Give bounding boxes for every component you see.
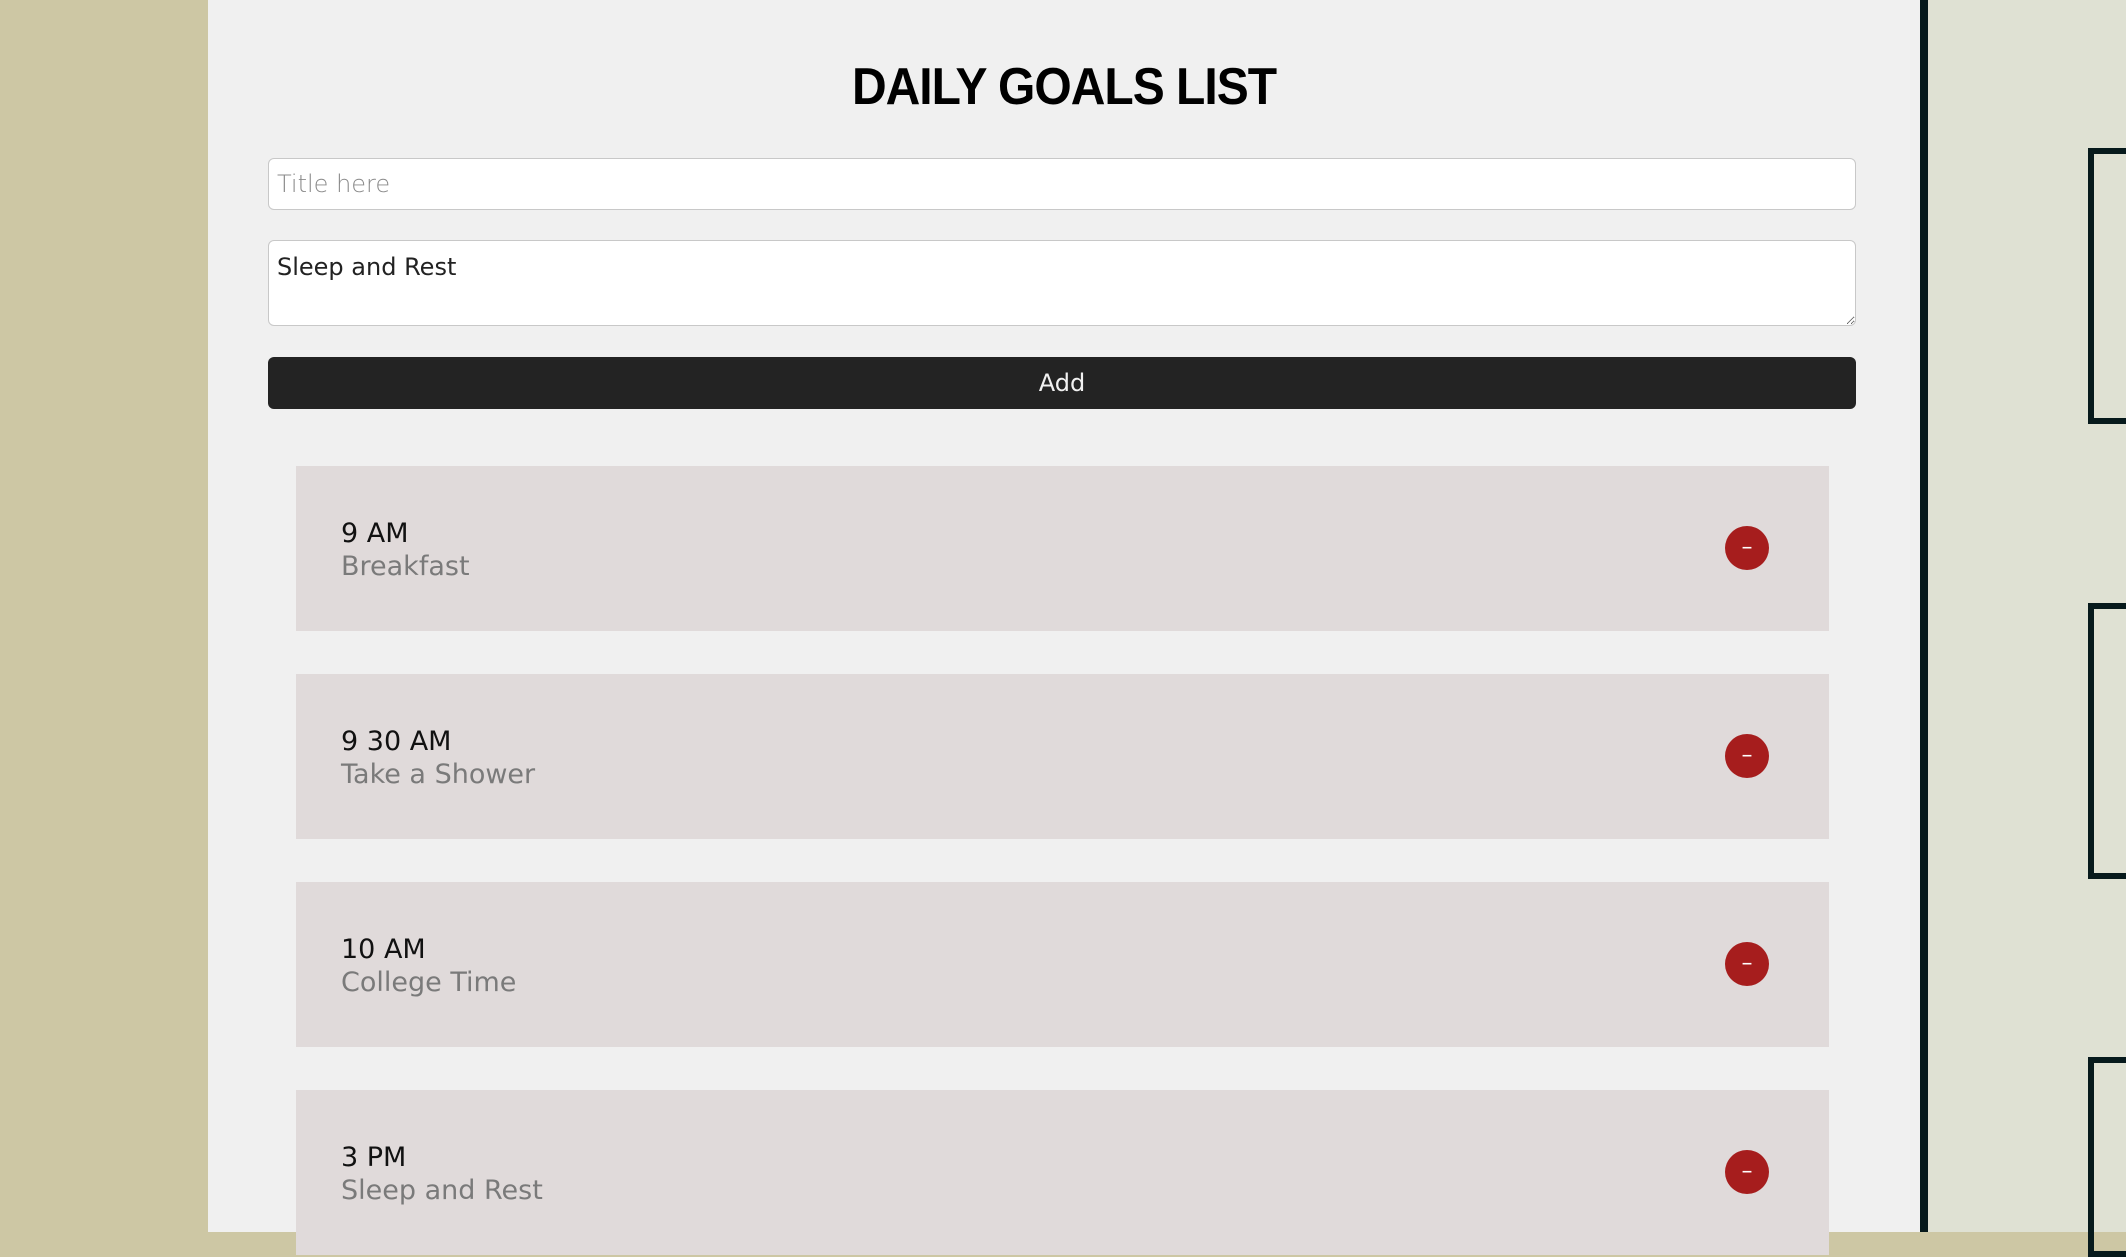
- remove-goal-button[interactable]: –: [1725, 526, 1769, 570]
- page-title: DAILY GOALS LIST: [851, 58, 1277, 117]
- goal-description: Take a Shower: [341, 759, 536, 790]
- goal-card: 9 30 AM Take a Shower –: [296, 674, 1829, 839]
- bracket-decoration: [2088, 603, 2126, 879]
- goal-card: 10 AM College Time –: [296, 882, 1829, 1047]
- title-input[interactable]: [268, 158, 1856, 210]
- goal-card: 3 PM Sleep and Rest –: [296, 1090, 1829, 1255]
- vertical-divider: [1920, 0, 1928, 1232]
- goal-time: 9 30 AM: [341, 726, 452, 757]
- remove-goal-button[interactable]: –: [1725, 734, 1769, 778]
- bracket-decoration: [2088, 1057, 2126, 1257]
- goal-time: 3 PM: [341, 1142, 407, 1173]
- bracket-decoration: [2088, 148, 2126, 424]
- goal-description: Sleep and Rest: [341, 1175, 543, 1206]
- remove-goal-button[interactable]: –: [1725, 1150, 1769, 1194]
- goal-time: 9 AM: [341, 518, 409, 549]
- add-button[interactable]: Add: [268, 357, 1856, 409]
- remove-goal-button[interactable]: –: [1725, 942, 1769, 986]
- goal-card: 9 AM Breakfast –: [296, 466, 1829, 631]
- goal-description: College Time: [341, 967, 517, 998]
- goal-description: Breakfast: [341, 551, 470, 582]
- goal-time: 10 AM: [341, 934, 426, 965]
- left-background: [0, 0, 208, 1232]
- description-textarea[interactable]: [268, 240, 1856, 326]
